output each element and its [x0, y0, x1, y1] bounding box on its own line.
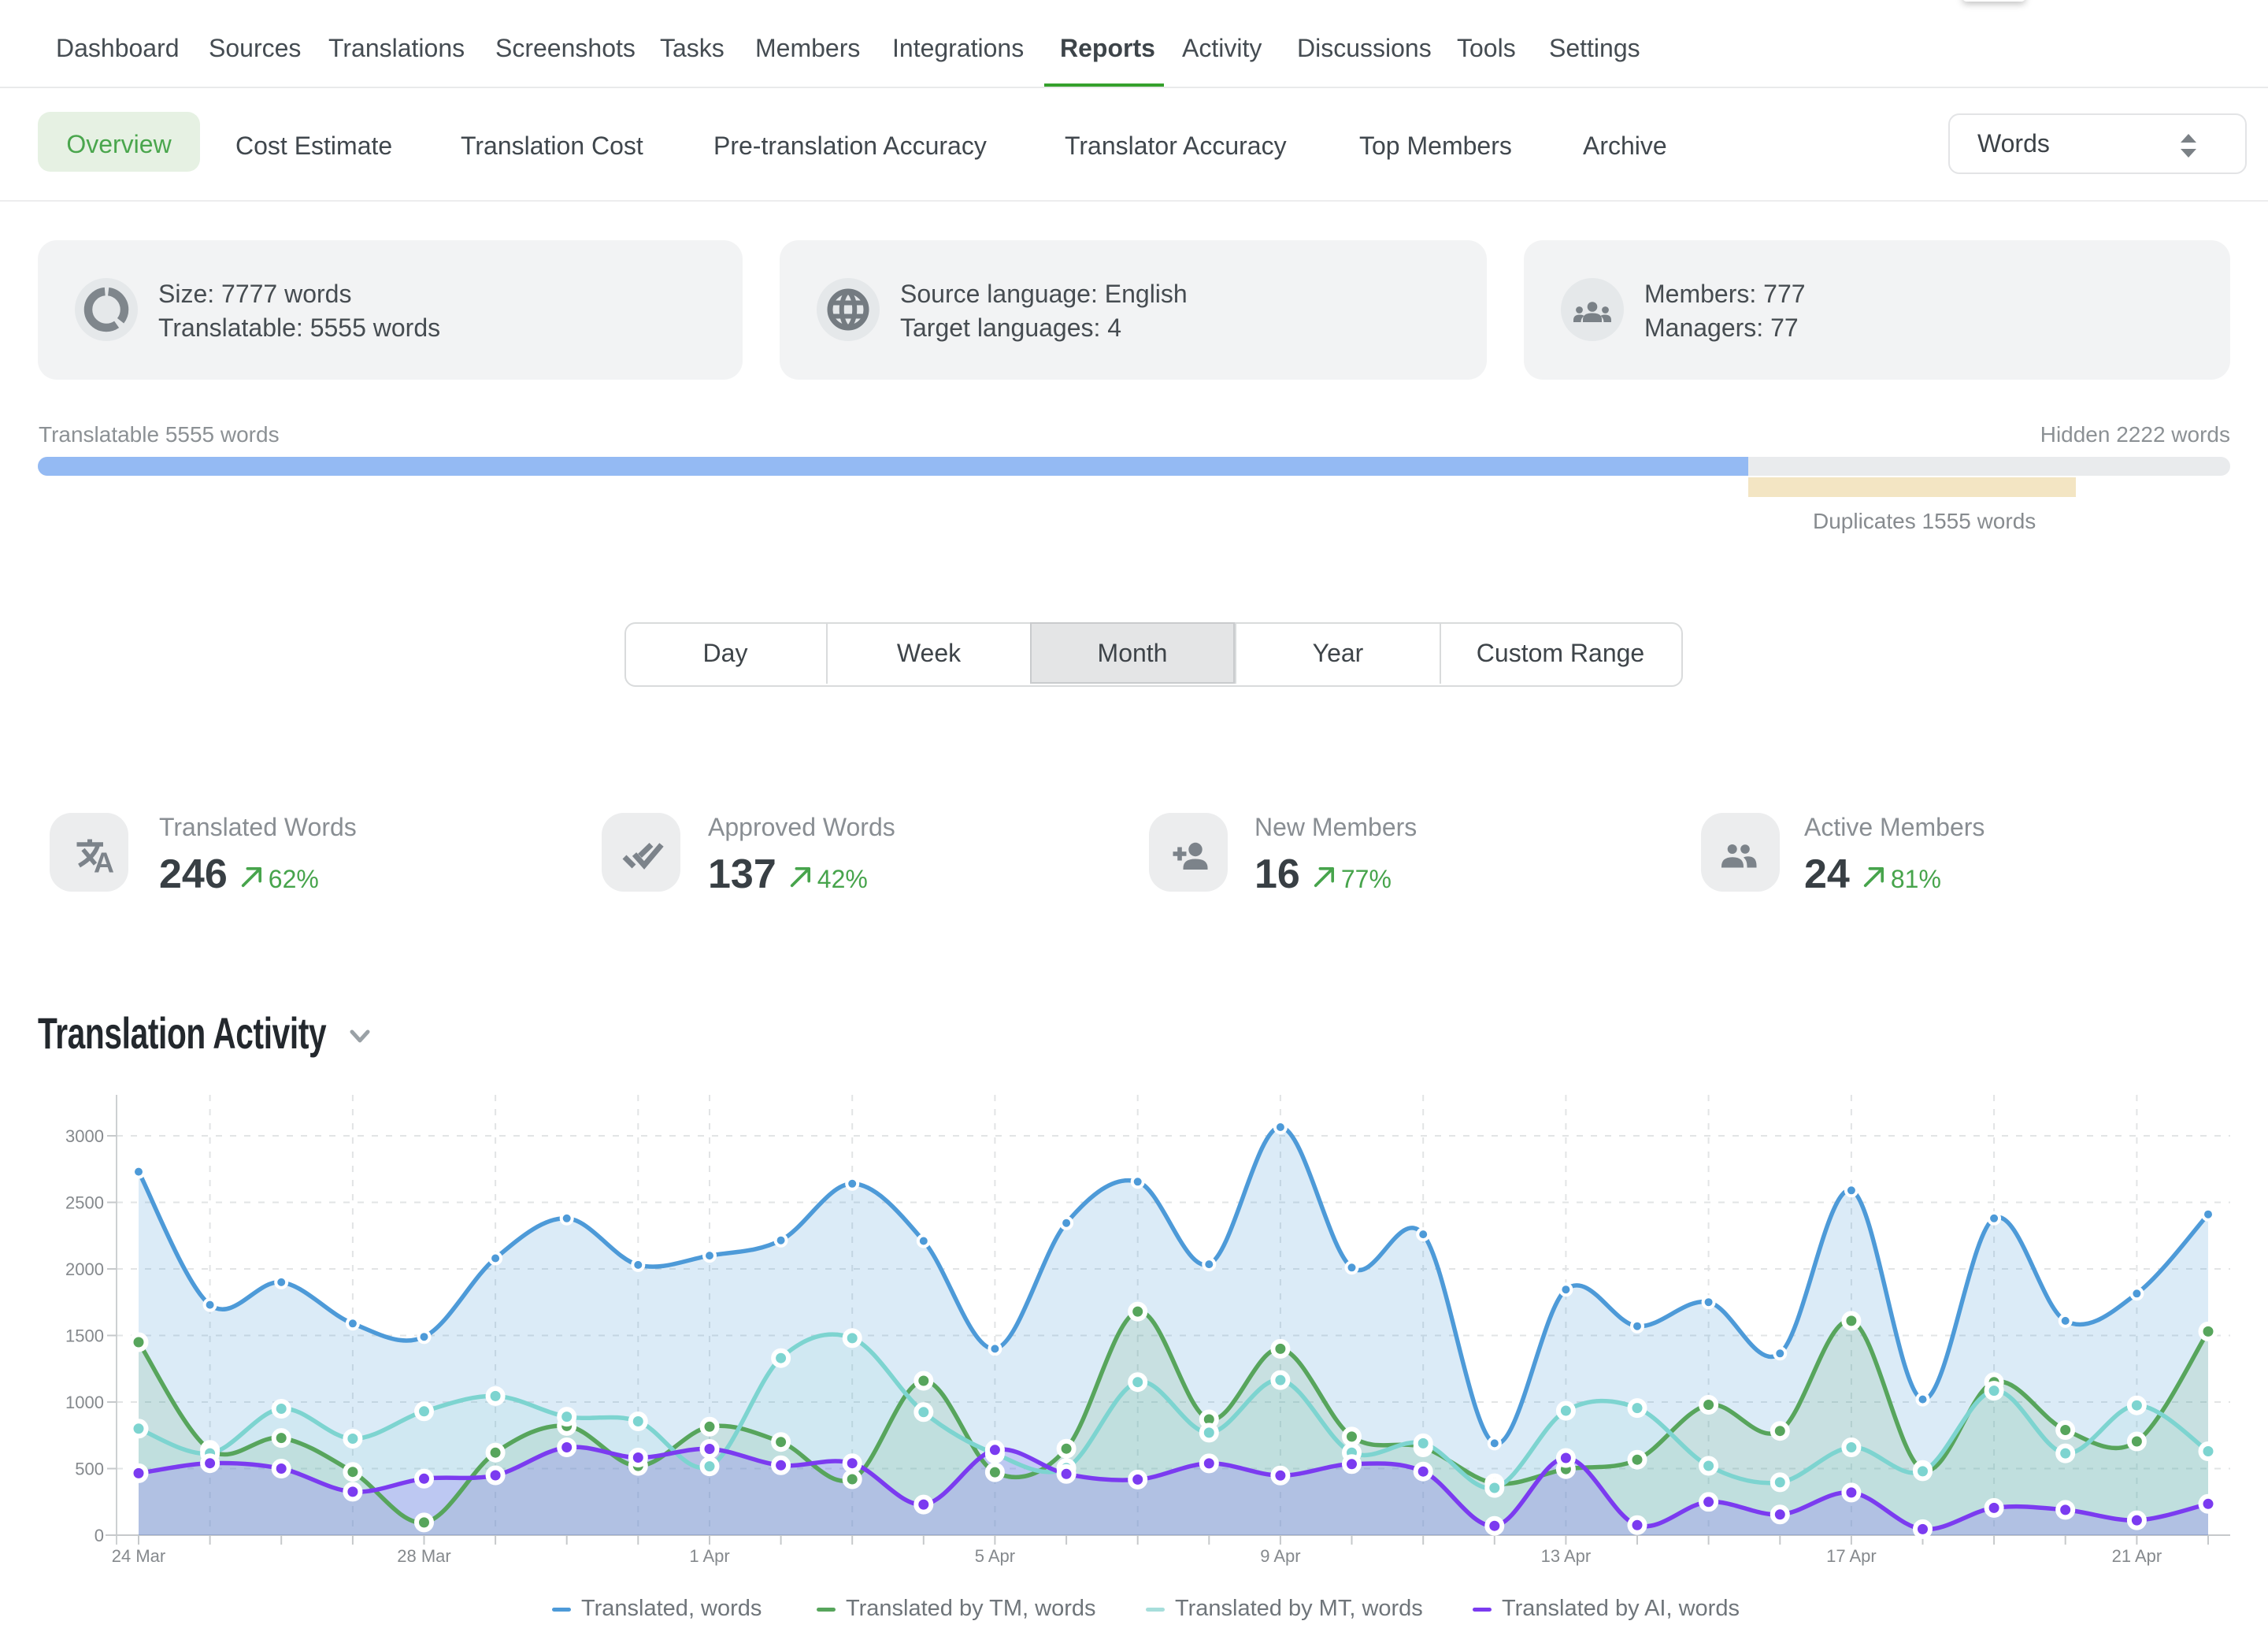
svg-text:2500: 2500 [65, 1193, 104, 1213]
svg-text:17 Apr: 17 Apr [1826, 1546, 1877, 1566]
svg-text:9 Apr: 9 Apr [1260, 1546, 1300, 1566]
svg-text:28 Mar: 28 Mar [397, 1546, 450, 1566]
svg-text:13 Apr: 13 Apr [1541, 1546, 1592, 1566]
svg-text:1 Apr: 1 Apr [689, 1546, 729, 1566]
svg-text:1500: 1500 [65, 1326, 104, 1346]
svg-text:24 Mar: 24 Mar [112, 1546, 165, 1566]
svg-text:A: A [94, 847, 114, 879]
svg-text:21 Apr: 21 Apr [2112, 1546, 2162, 1566]
svg-text:1000: 1000 [65, 1393, 104, 1412]
svg-text:500: 500 [75, 1460, 104, 1479]
svg-text:3000: 3000 [65, 1126, 104, 1146]
svg-text:2000: 2000 [65, 1259, 104, 1279]
svg-text:5 Apr: 5 Apr [975, 1546, 1015, 1566]
svg-text:0: 0 [94, 1526, 104, 1545]
